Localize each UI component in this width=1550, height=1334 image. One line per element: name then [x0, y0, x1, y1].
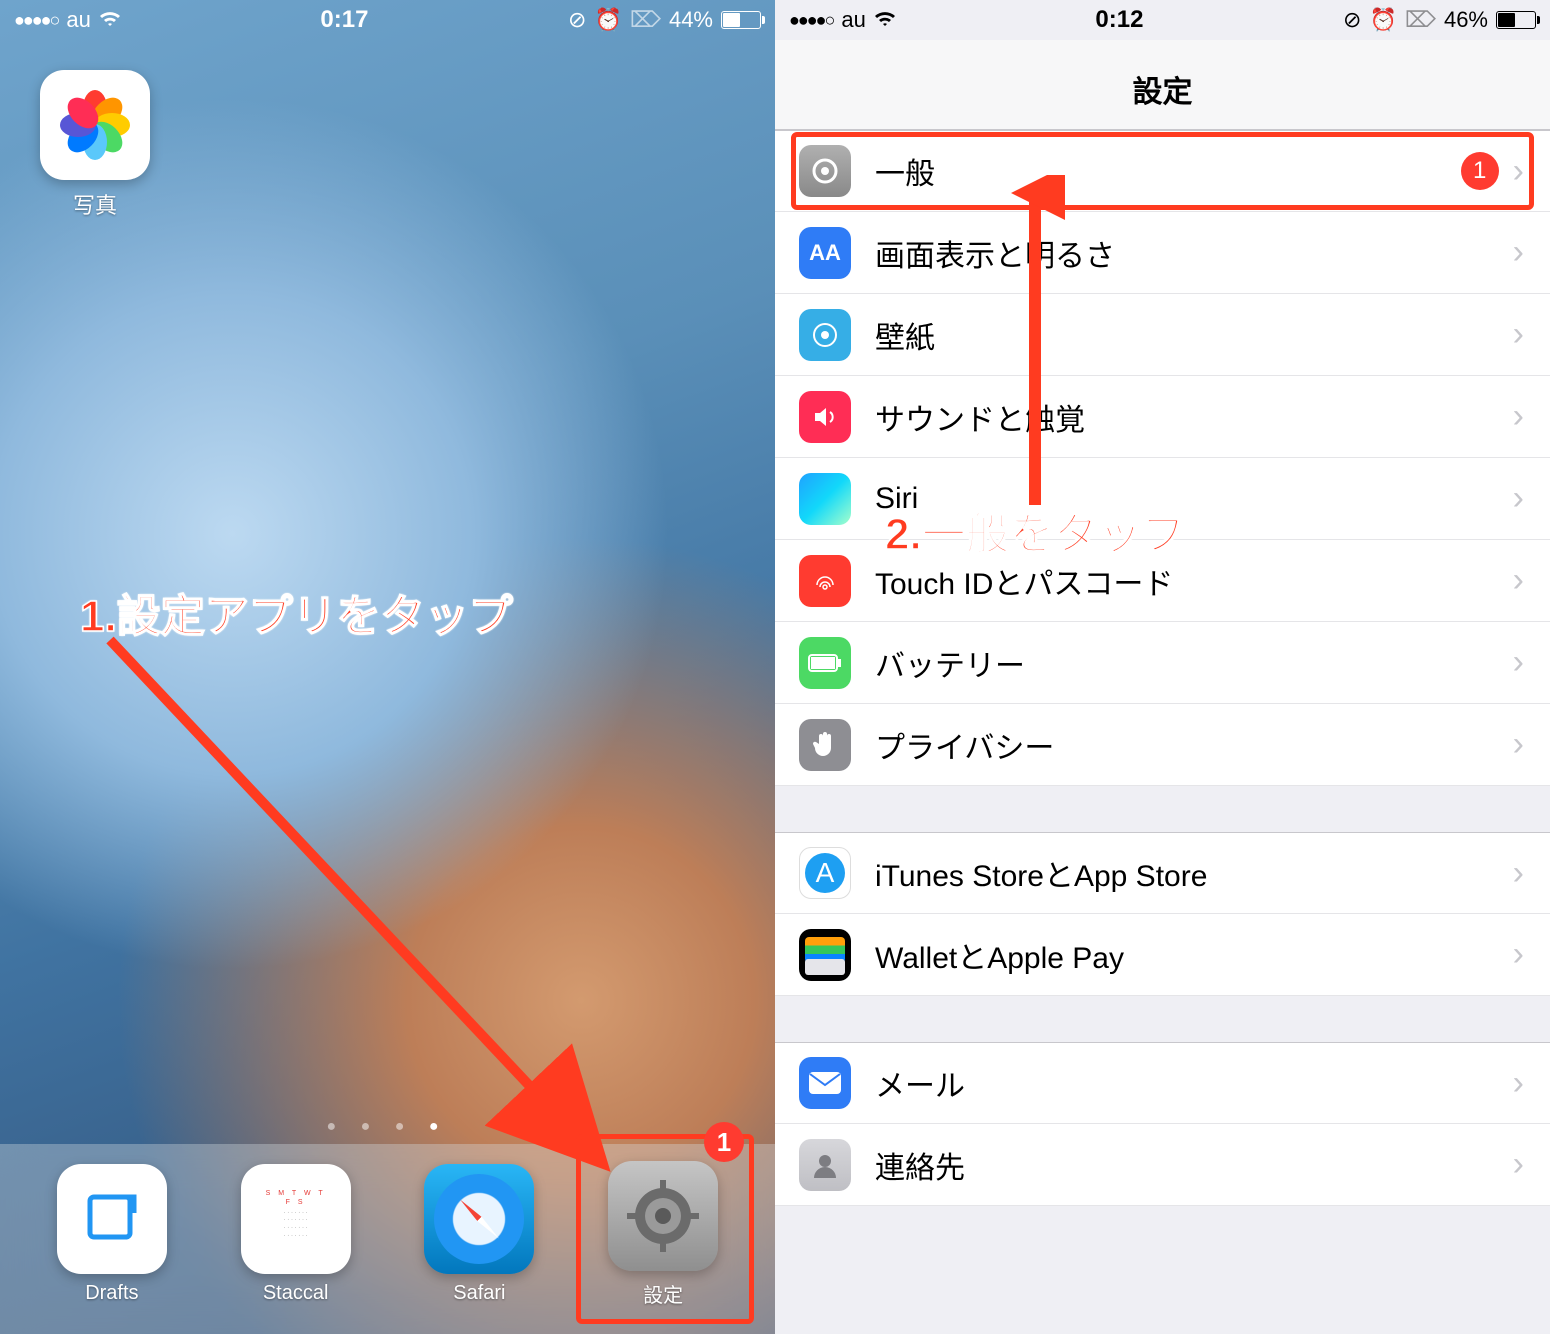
signal-dots: ●●●●○ — [789, 10, 833, 31]
signal-dots: ●●●●○ — [14, 10, 58, 31]
settings-group-1: 一般 1 › AA 画面表示と明るさ › 壁紙 › サウンドと触覚 › Siri — [775, 130, 1550, 786]
row-label: iTunes StoreとApp Store — [875, 851, 1513, 895]
battery-pct: 46% — [1444, 7, 1488, 33]
wifi-icon — [874, 12, 896, 28]
appstore-icon: A — [799, 847, 851, 899]
rotation-lock-icon: ⊘ — [1343, 7, 1361, 33]
wallet-icon — [799, 929, 851, 981]
chevron-right-icon: › — [1513, 1064, 1524, 1103]
rotation-lock-icon: ⊘ — [568, 7, 586, 33]
row-label: バッテリー — [875, 641, 1513, 685]
row-label: Touch IDとパスコード — [875, 559, 1513, 603]
row-label: WalletとApple Pay — [875, 933, 1513, 977]
bluetooth-icon: ⌦ — [1405, 7, 1436, 33]
dock-label: Safari — [424, 1282, 534, 1305]
row-privacy[interactable]: プライバシー › — [775, 704, 1550, 786]
battery-icon — [721, 11, 761, 29]
chevron-right-icon: › — [1513, 315, 1524, 354]
contacts-icon — [799, 1139, 851, 1191]
row-label: プライバシー — [875, 723, 1513, 767]
dock-label: Drafts — [57, 1282, 167, 1305]
highlight-general-row — [791, 132, 1534, 210]
annotation-arrow — [100, 630, 620, 1190]
dock-label: Staccal — [241, 1282, 351, 1305]
carrier-label: au — [66, 7, 90, 33]
wallpaper-icon — [799, 309, 851, 361]
row-label: 壁紙 — [875, 313, 1513, 357]
nav-title: 設定 — [1133, 67, 1193, 111]
mail-icon — [799, 1057, 851, 1109]
alarm-icon: ⏰ — [1369, 7, 1396, 33]
row-mail[interactable]: メール › — [775, 1042, 1550, 1124]
annotation-arrow-2 — [1005, 175, 1065, 515]
settings-group-3: メール › 連絡先 › — [775, 1042, 1550, 1206]
row-wallet[interactable]: WalletとApple Pay › — [775, 914, 1550, 996]
bluetooth-icon: ⌦ — [630, 7, 661, 33]
annotation-step2: 2.一般をタップ — [885, 498, 1186, 562]
chevron-right-icon: › — [1513, 561, 1524, 600]
battery-pct: 44% — [669, 7, 713, 33]
row-label: 連絡先 — [875, 1143, 1513, 1187]
row-label: メール — [875, 1061, 1513, 1105]
carrier-label: au — [841, 7, 865, 33]
row-wallpaper[interactable]: 壁紙 › — [775, 294, 1550, 376]
settings-group-2: A iTunes StoreとApp Store › WalletとApple … — [775, 832, 1550, 996]
chevron-right-icon: › — [1513, 479, 1524, 518]
row-sounds[interactable]: サウンドと触覚 › — [775, 376, 1550, 458]
row-label: 画面表示と明るさ — [875, 231, 1513, 275]
battery-icon — [1496, 11, 1536, 29]
app-photos[interactable]: 写真 — [40, 70, 150, 220]
chevron-right-icon: › — [1513, 854, 1524, 893]
status-bar: ●●●●○ au 0:12 ⊘ ⏰ ⌦ 46% — [775, 0, 1550, 40]
wifi-icon — [99, 12, 121, 28]
hand-icon — [799, 719, 851, 771]
row-label: サウンドと触覚 — [875, 395, 1513, 439]
row-itunes[interactable]: A iTunes StoreとApp Store › — [775, 832, 1550, 914]
settings-screen: ●●●●○ au 0:12 ⊘ ⏰ ⌦ 46% 設定 一般 1 › AA — [775, 0, 1550, 1334]
chevron-right-icon: › — [1513, 643, 1524, 682]
fingerprint-icon — [799, 555, 851, 607]
nav-bar: 設定 — [775, 40, 1550, 130]
text-size-icon: AA — [799, 227, 851, 279]
annotation-badge-1: 1 — [704, 1122, 744, 1162]
chevron-right-icon: › — [1513, 935, 1524, 974]
clock: 0:17 — [320, 6, 368, 34]
chevron-right-icon: › — [1513, 397, 1524, 436]
chevron-right-icon: › — [1513, 725, 1524, 764]
alarm-icon: ⏰ — [594, 7, 621, 33]
battery-icon — [799, 637, 851, 689]
row-display[interactable]: AA 画面表示と明るさ › — [775, 212, 1550, 294]
photos-icon — [40, 70, 150, 180]
status-bar: ●●●●○ au 0:17 ⊘ ⏰ ⌦ 44% — [0, 0, 775, 40]
app-label: 写真 — [40, 188, 150, 220]
home-screen: ●●●●○ au 0:17 ⊘ ⏰ ⌦ 44% — [0, 0, 775, 1334]
row-battery[interactable]: バッテリー › — [775, 622, 1550, 704]
clock: 0:12 — [1095, 6, 1143, 34]
siri-icon — [799, 473, 851, 525]
chevron-right-icon: › — [1513, 1145, 1524, 1184]
highlight-settings-app — [576, 1134, 754, 1324]
chevron-right-icon: › — [1513, 233, 1524, 272]
sound-icon — [799, 391, 851, 443]
row-contacts[interactable]: 連絡先 › — [775, 1124, 1550, 1206]
